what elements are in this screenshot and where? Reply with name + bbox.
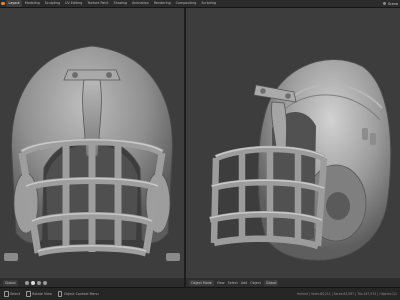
transform-orientation-right[interactable]: Global xyxy=(263,280,279,286)
helmet-front-view xyxy=(4,45,180,261)
tab-layout[interactable]: Layout xyxy=(6,0,23,7)
wireframe-shading-icon[interactable] xyxy=(24,281,29,285)
scene-selector[interactable]: Scene xyxy=(382,0,398,7)
mouse-middle-icon xyxy=(26,291,31,297)
tab-animation[interactable]: Animation xyxy=(130,0,152,7)
menu-object[interactable]: Object xyxy=(250,281,261,285)
tab-shading[interactable]: Shading xyxy=(111,0,129,7)
status-rotate: Rotate View xyxy=(26,291,52,297)
status-select-label: Select xyxy=(10,292,21,296)
viewport-right[interactable]: Object Mode View Select Add Object Globa… xyxy=(186,8,400,288)
workspace-bar: Layout Modeling Sculpting UV Editing Tex… xyxy=(0,0,400,8)
menu-view[interactable]: View xyxy=(217,281,225,285)
tab-compositing[interactable]: Compositing xyxy=(173,0,199,7)
tab-sculpting[interactable]: Sculpting xyxy=(42,0,62,7)
status-context: Object Context Menu xyxy=(57,291,99,297)
mouse-right-icon xyxy=(57,291,63,297)
menu-select[interactable]: Select xyxy=(228,281,238,285)
mouse-left-icon xyxy=(4,291,9,297)
transform-orientation-left[interactable]: Global xyxy=(3,280,18,286)
tab-texture-paint[interactable]: Texture Paint xyxy=(85,0,111,7)
material-shading-icon[interactable] xyxy=(36,281,41,285)
object-mode-dropdown[interactable]: Object Mode xyxy=(189,280,214,286)
status-context-label: Object Context Menu xyxy=(63,292,99,296)
tab-uv-editing[interactable]: UV Editing xyxy=(63,0,85,7)
scene-icon xyxy=(382,2,386,5)
tab-rendering[interactable]: Rendering xyxy=(151,0,173,7)
tab-modeling[interactable]: Modeling xyxy=(22,0,42,7)
menu-add[interactable]: Add xyxy=(241,281,247,285)
scene-statistics: Helmet | Verts:84,211 | Faces:83,987 | T… xyxy=(296,292,397,296)
rendered-shading-icon[interactable] xyxy=(42,281,47,285)
status-select: Select xyxy=(4,291,20,297)
status-rotate-label: Rotate View xyxy=(32,292,52,296)
scene-label: Scene xyxy=(387,1,398,6)
tab-scripting[interactable]: Scripting xyxy=(199,0,219,7)
shading-mode-icons-left xyxy=(24,281,47,285)
status-bar: Select Rotate View Object Context Menu H… xyxy=(0,287,400,300)
viewport-left[interactable]: Global xyxy=(0,8,184,288)
solid-shading-icon[interactable] xyxy=(30,281,35,285)
helmet-side-view xyxy=(209,59,392,261)
